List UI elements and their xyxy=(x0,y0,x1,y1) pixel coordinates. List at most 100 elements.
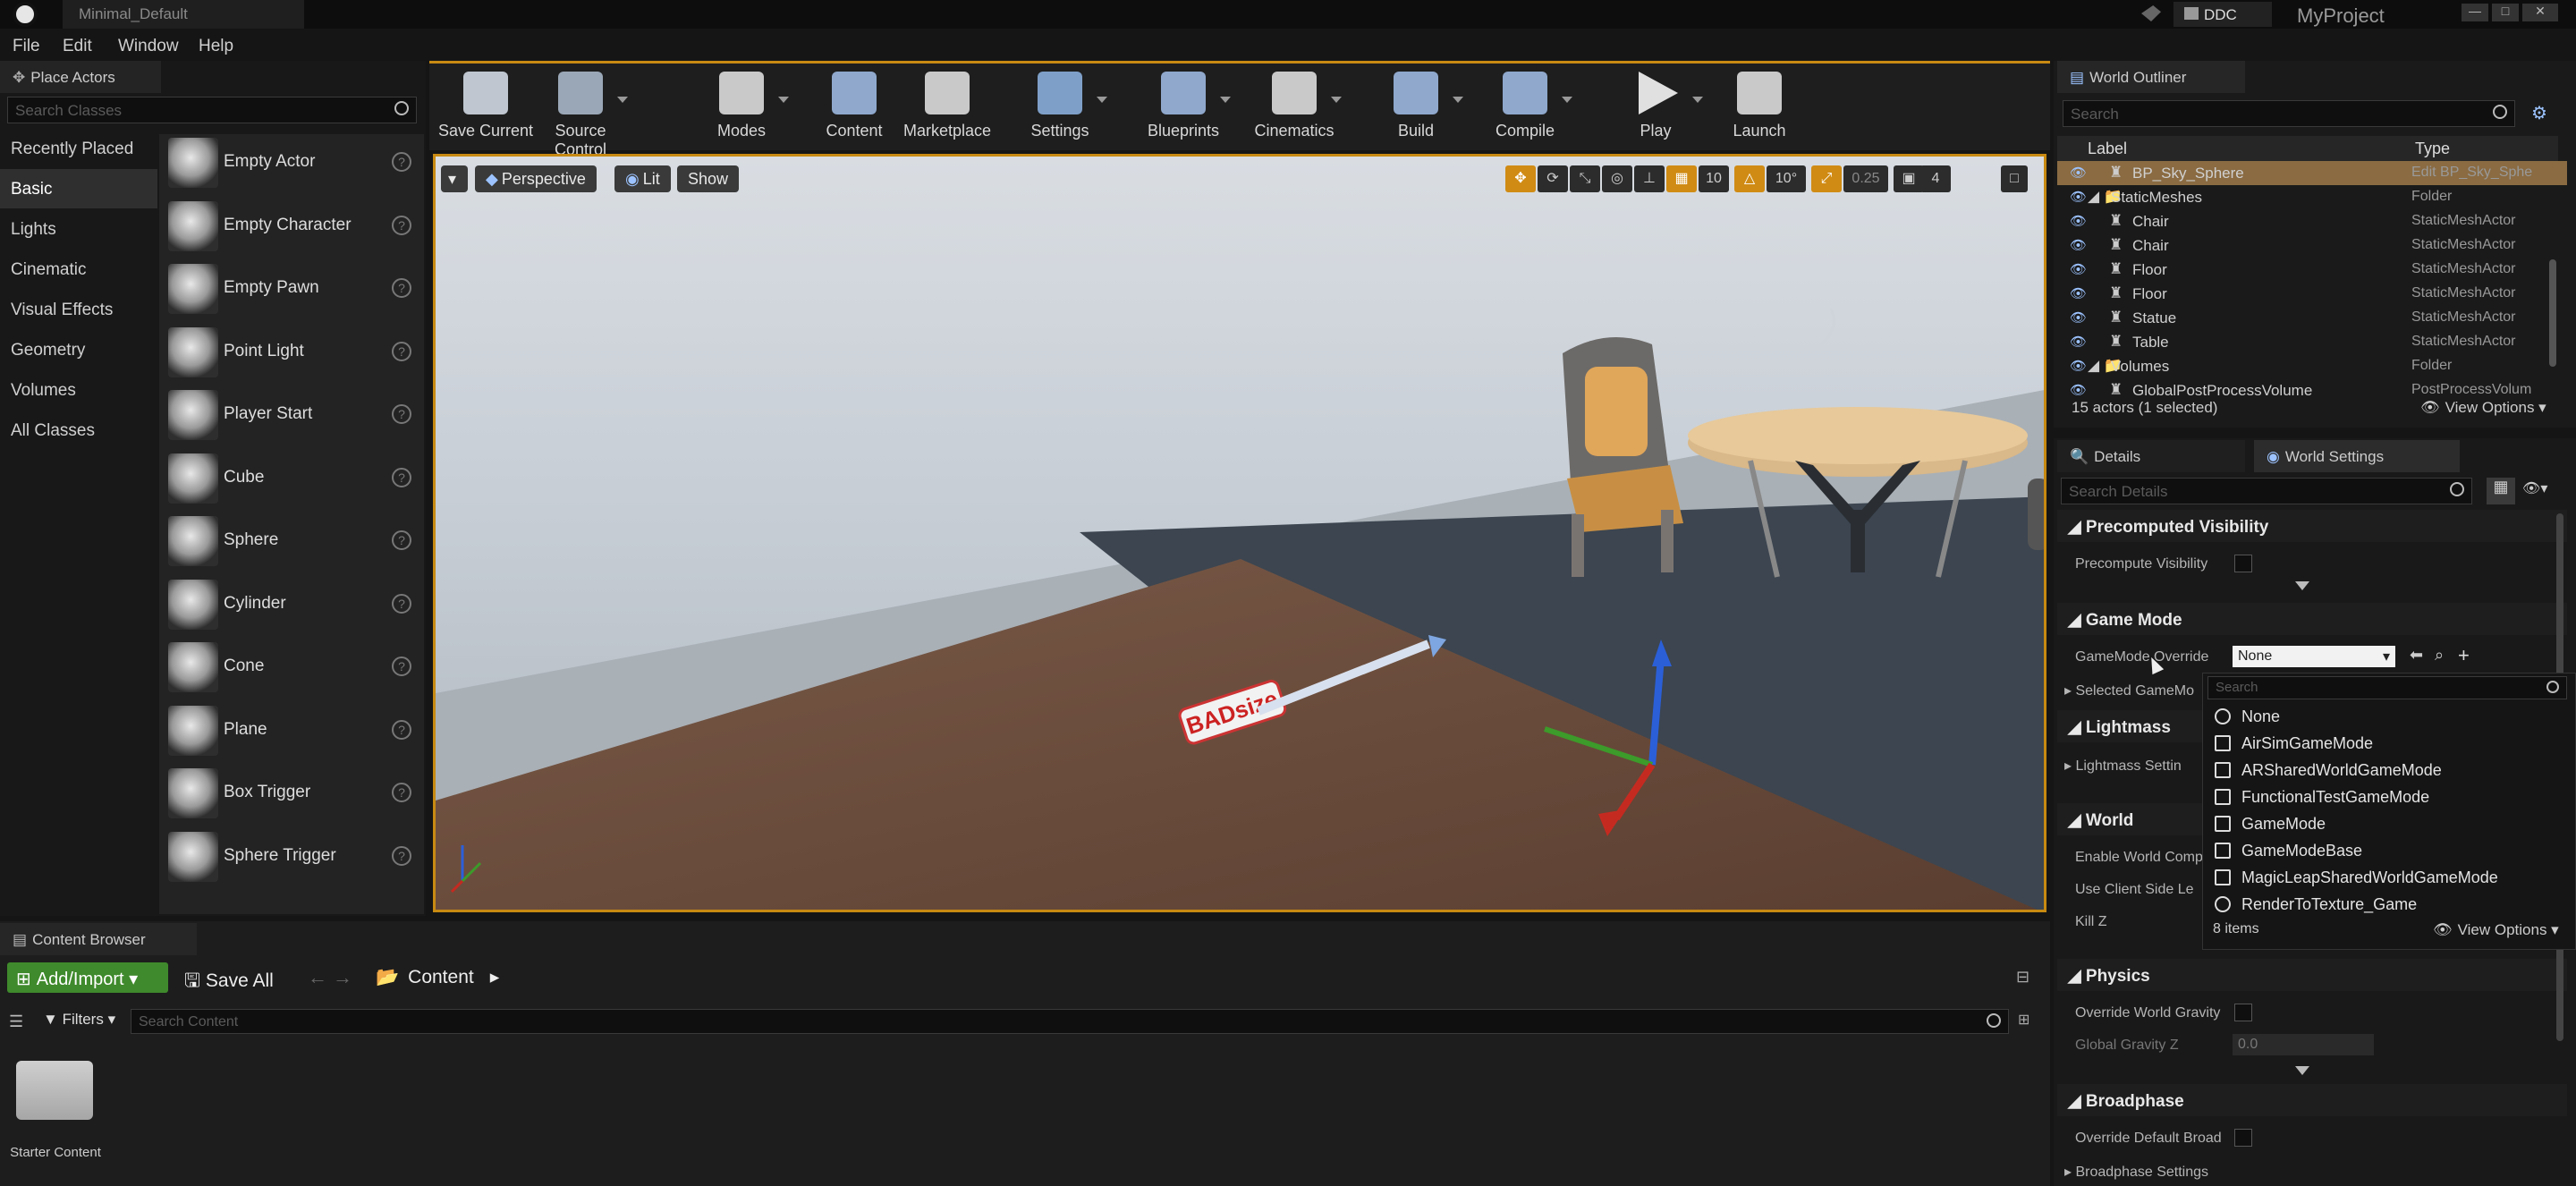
help-icon[interactable]: ? xyxy=(392,530,411,550)
help-icon[interactable]: ? xyxy=(392,278,411,298)
cinematics-button[interactable]: Cinematics xyxy=(1245,66,1343,141)
section-broadphase[interactable]: ◢ Broadphase xyxy=(2057,1084,2567,1116)
property-matrix-icon[interactable]: ▦ xyxy=(2487,478,2515,504)
gamemode-option-arsharedworldgamemode[interactable]: ARSharedWorldGameMode xyxy=(2206,757,2572,784)
breadcrumb-arrow-icon[interactable]: ▸ xyxy=(490,967,500,987)
outliner-scrollbar[interactable] xyxy=(2549,259,2556,367)
actor-item-box-trigger[interactable]: Box Trigger? xyxy=(161,763,420,826)
category-visual-effects[interactable]: Visual Effects xyxy=(0,290,157,329)
menu-file[interactable]: File xyxy=(13,37,40,56)
content-button[interactable]: Content xyxy=(805,66,903,141)
camera-speed-icon[interactable]: ▣ xyxy=(1894,165,1924,192)
gamemode-option-functionaltestgamemode[interactable]: FunctionalTestGameMode xyxy=(2206,784,2572,810)
actor-item-player-start[interactable]: Player Start? xyxy=(161,385,420,447)
outliner-view-options[interactable]: 👁 View Options ▾ xyxy=(2420,399,2546,417)
gamemode-view-options[interactable]: 👁 View Options ▾ xyxy=(2433,921,2559,939)
help-icon[interactable]: ? xyxy=(392,152,411,172)
help-icon[interactable]: ? xyxy=(392,341,411,361)
gamemode-option-rendertotexture-game[interactable]: RenderToTexture_Game xyxy=(2206,891,2572,918)
help-icon[interactable]: ? xyxy=(392,657,411,676)
save-current-button[interactable]: Save Current xyxy=(436,66,535,141)
content-settings-icon[interactable]: ⊞ xyxy=(2018,1011,2029,1029)
outliner-col-type[interactable]: Type xyxy=(2415,140,2450,158)
build-button[interactable]: Build xyxy=(1367,66,1465,141)
outliner-settings-icon[interactable]: ⚙ xyxy=(2531,102,2555,125)
content-lock-icon[interactable]: ⊟ xyxy=(2016,968,2029,987)
place-actors-tab[interactable]: ✥ Place Actors xyxy=(0,61,161,93)
actor-item-sphere[interactable]: Sphere? xyxy=(161,511,420,573)
rotate-tool-icon[interactable]: ⟳ xyxy=(1538,165,1568,192)
actor-item-point-light[interactable]: Point Light? xyxy=(161,322,420,385)
gamemode-override-select[interactable]: None ▾ xyxy=(2233,646,2395,667)
menu-window[interactable]: Window xyxy=(118,37,179,56)
lit-button[interactable]: ◉ Lit xyxy=(614,165,671,192)
section-lightmass[interactable]: ◢ Lightmass xyxy=(2057,710,2209,742)
outliner-col-label[interactable]: Label xyxy=(2088,140,2127,158)
category-volumes[interactable]: Volumes xyxy=(0,370,157,410)
visibility-eye-icon[interactable]: 👁 xyxy=(2070,334,2087,350)
outliner-search-input[interactable]: Search xyxy=(2063,100,2515,127)
content-browser-tab[interactable]: ▤ Content Browser xyxy=(0,923,197,955)
scale-snap-value[interactable]: 0.25 xyxy=(1843,165,1888,192)
gamemode-search-input[interactable]: Search xyxy=(2207,676,2567,699)
outliner-row[interactable]: 👁 ◢ 📁 StaticMeshes Folder xyxy=(2057,185,2567,209)
expand-arrow-icon[interactable] xyxy=(2295,1066,2309,1075)
search-classes-input[interactable]: Search Classes xyxy=(7,97,417,123)
scale-snap-icon[interactable]: ⤢ xyxy=(1811,165,1842,192)
actor-item-cone[interactable]: Cone? xyxy=(161,637,420,699)
level-viewport[interactable]: BADsize ▾ ◆ Perspective ◉ Lit Show ✥ ⟳ ⤡ ◎… xyxy=(433,154,2046,912)
back-arrow-icon[interactable]: ← xyxy=(308,966,327,989)
help-icon[interactable]: ? xyxy=(392,845,411,866)
visibility-eye-icon[interactable]: 👁 xyxy=(2070,309,2087,326)
category-cinematic[interactable]: Cinematic xyxy=(0,250,157,289)
forward-arrow-icon[interactable]: → xyxy=(333,966,352,989)
menu-edit[interactable]: Edit xyxy=(63,37,92,56)
rotation-snap-icon[interactable]: △ xyxy=(1734,165,1765,192)
add-icon[interactable]: + xyxy=(2458,644,2470,667)
override-default-broad-checkbox[interactable] xyxy=(2234,1129,2252,1147)
grid-snap-value[interactable]: 10 xyxy=(1699,165,1729,192)
world-settings-tab[interactable]: ◉ World Settings xyxy=(2254,440,2460,472)
settings-button[interactable]: Settings xyxy=(1011,66,1109,141)
actor-item-empty-pawn[interactable]: Empty Pawn? xyxy=(161,258,420,321)
outliner-row[interactable]: 👁 ◢ 📁 Volumes Folder xyxy=(2057,354,2567,378)
category-basic[interactable]: Basic xyxy=(0,169,157,208)
unreal-logo-icon[interactable] xyxy=(13,2,38,27)
surface-snap-icon[interactable]: ⊥ xyxy=(1634,165,1665,192)
viewport-options-button[interactable]: ▾ xyxy=(441,165,468,192)
compile-button[interactable]: Compile xyxy=(1476,66,1574,141)
section-physics[interactable]: ◢ Physics xyxy=(2057,959,2567,991)
gamemode-option-gamemode[interactable]: GameMode xyxy=(2206,810,2572,837)
camera-speed-value[interactable]: 4 xyxy=(1920,165,1951,192)
perspective-button[interactable]: ◆ Perspective xyxy=(475,165,597,192)
actor-item-cube[interactable]: Cube? xyxy=(161,448,420,511)
visibility-eye-icon[interactable]: 👁 xyxy=(2070,285,2087,301)
details-search-input[interactable]: Search Details xyxy=(2061,478,2472,504)
grid-snap-icon[interactable]: ▦ xyxy=(1666,165,1697,192)
show-button[interactable]: Show xyxy=(677,165,740,192)
dropdown-arrow-icon[interactable] xyxy=(1097,97,1107,103)
blueprints-button[interactable]: Blueprints xyxy=(1134,66,1233,141)
category-recently-placed[interactable]: Recently Placed xyxy=(0,129,157,168)
world-outliner-tab[interactable]: ▤ World Outliner xyxy=(2057,61,2245,93)
visibility-eye-icon[interactable]: 👁 xyxy=(2070,358,2087,374)
modes-button[interactable]: Modes xyxy=(692,66,791,141)
save-all-button[interactable]: 🖫 Save All xyxy=(179,962,295,993)
outliner-row[interactable]: 👁 ♜ Statue StaticMeshActor xyxy=(2057,306,2567,330)
dropdown-arrow-icon[interactable] xyxy=(1453,97,1463,103)
outliner-row[interactable]: 👁 ♜ Floor StaticMeshActor xyxy=(2057,282,2567,306)
help-icon[interactable]: ? xyxy=(392,593,411,614)
source-control-status-icon[interactable] xyxy=(2141,5,2161,21)
actor-item-sphere-trigger[interactable]: Sphere Trigger? xyxy=(161,826,420,889)
maximize-viewport-icon[interactable]: □ xyxy=(2001,165,2028,192)
outliner-row[interactable]: 👁 ♜ Chair StaticMeshActor xyxy=(2057,233,2567,258)
gamemode-option-none[interactable]: None xyxy=(2206,703,2572,730)
section-world[interactable]: ◢ World xyxy=(2057,803,2209,835)
section-precomputed-visibility[interactable]: ◢ Precomputed Visibility xyxy=(2057,510,2567,542)
actor-item-empty-actor[interactable]: Empty Actor? xyxy=(161,132,420,195)
filters-button[interactable]: ▼ Filters ▾ xyxy=(43,1011,115,1029)
visibility-eye-icon[interactable]: 👁 xyxy=(2070,237,2087,253)
outliner-row[interactable]: 👁 ♜ Chair StaticMeshActor xyxy=(2057,209,2567,233)
visibility-eye-icon[interactable]: 👁 xyxy=(2070,213,2087,229)
maximize-button[interactable]: □ xyxy=(2492,4,2519,21)
